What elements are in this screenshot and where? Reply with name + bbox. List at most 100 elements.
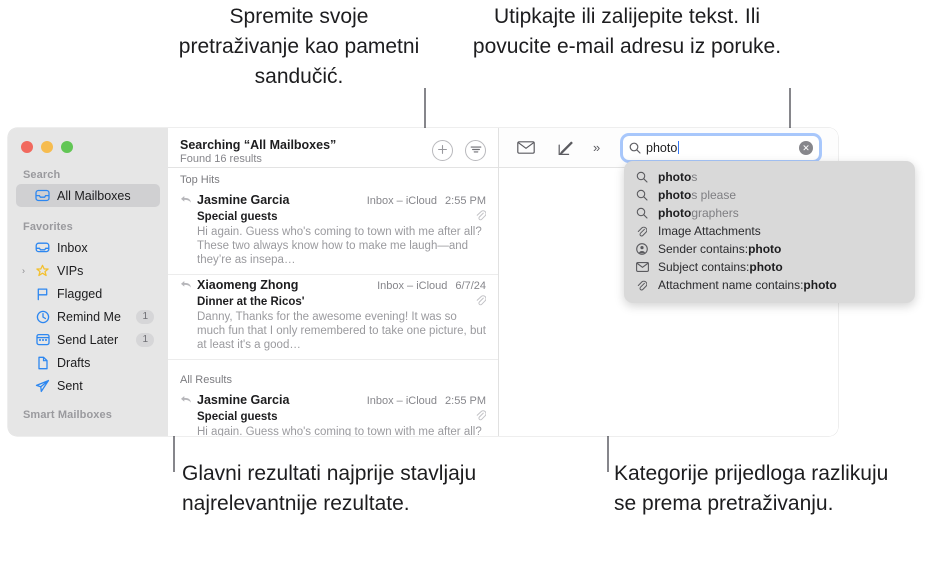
sidebar-item-label: Inbox bbox=[57, 240, 88, 255]
suggestion-item-image-attachments[interactable]: Image Attachments bbox=[624, 222, 915, 240]
sidebar-item-drafts[interactable]: Drafts bbox=[16, 351, 160, 374]
suggestion-rest: s please bbox=[691, 188, 737, 202]
chevron-right-icon[interactable]: › bbox=[22, 266, 25, 275]
suggestion-match: photo bbox=[658, 188, 692, 202]
group-label-top-hits: Top Hits bbox=[180, 174, 220, 186]
message-subject-line: Special guests bbox=[180, 409, 487, 424]
callout-bottom-right: Kategorije prijedloga razlikuju se prema… bbox=[614, 462, 889, 515]
suggestion-match: photo bbox=[658, 170, 692, 184]
sidebar-item-label: VIPs bbox=[57, 263, 84, 278]
all-mailboxes-icon bbox=[34, 188, 51, 204]
sidebar-item-label: Flagged bbox=[57, 286, 103, 301]
close-button[interactable] bbox=[21, 141, 33, 153]
search-icon bbox=[629, 142, 641, 154]
search-icon bbox=[636, 189, 652, 201]
suggestion-item-subject-contains[interactable]: Subject contains: photo bbox=[624, 258, 915, 276]
document-icon bbox=[34, 355, 51, 371]
message-mailbox: Inbox – iCloud bbox=[366, 395, 438, 407]
sidebar-item-label: Remind Me bbox=[57, 309, 121, 324]
suggestion-match: photo bbox=[748, 242, 782, 256]
group-label-all-results: All Results bbox=[180, 374, 232, 386]
filter-button[interactable] bbox=[465, 140, 486, 161]
message-date: 2:55 PM bbox=[445, 195, 486, 207]
sidebar-section-smart-mailboxes: Smart Mailboxes bbox=[23, 409, 112, 421]
sidebar-section-favorites: Favorites bbox=[23, 221, 73, 233]
search-scope-title: Searching “All Mailboxes” bbox=[180, 138, 337, 152]
message-subject: Special guests bbox=[197, 210, 278, 223]
sidebar-item-label: Sent bbox=[57, 378, 83, 393]
paperclip-icon bbox=[475, 294, 487, 309]
sidebar-item-send-later[interactable]: Send Later 1 bbox=[16, 328, 160, 351]
clock-icon bbox=[34, 309, 51, 325]
message-row[interactable]: Xiaomeng Zhong Inbox – iCloud 6/7/24 Din… bbox=[168, 275, 498, 360]
suggestion-item-sender-contains[interactable]: Sender contains: photo bbox=[624, 240, 915, 258]
sidebar-item-vips[interactable]: › VIPs bbox=[16, 259, 160, 282]
search-field[interactable]: photo ✕ bbox=[623, 136, 819, 160]
suggestion-match: photo bbox=[658, 206, 692, 220]
sidebar-item-remind-me[interactable]: Remind Me 1 bbox=[16, 305, 160, 328]
clear-search-button[interactable]: ✕ bbox=[799, 141, 813, 155]
callout-top-right: Utipkajte ili zalijepite tekst. Ili povu… bbox=[472, 5, 782, 58]
sidebar: Search All Mailboxes Favorites Inbox › V… bbox=[8, 128, 168, 436]
sidebar-item-label: Send Later bbox=[57, 332, 119, 347]
message-date: 2:55 PM bbox=[445, 395, 486, 407]
envelope-icon[interactable] bbox=[513, 137, 539, 159]
message-mailbox: Inbox – iCloud bbox=[366, 195, 438, 207]
sidebar-item-sent[interactable]: Sent bbox=[16, 374, 160, 397]
flag-icon bbox=[34, 286, 51, 302]
message-snippet: Hi again. Guess who's coming to town wit… bbox=[197, 426, 482, 436]
message-row[interactable]: Jasmine Garcia Inbox – iCloud 2:55 PM Sp… bbox=[168, 190, 498, 275]
star-icon bbox=[34, 263, 51, 279]
message-date: 6/7/24 bbox=[455, 280, 486, 292]
paperclip-icon bbox=[636, 279, 652, 292]
message-sender: Jasmine Garcia bbox=[197, 393, 290, 407]
message-header-line: Xiaomeng Zhong Inbox – iCloud 6/7/24 bbox=[180, 278, 486, 293]
suggestion-match: photo bbox=[803, 278, 837, 292]
unread-badge: 1 bbox=[136, 309, 154, 324]
replied-icon bbox=[180, 394, 193, 408]
window-controls bbox=[8, 128, 168, 153]
callout-top-left: Spremite svoje pretraživanje kao pametni… bbox=[178, 5, 420, 88]
unread-badge: 1 bbox=[136, 332, 154, 347]
message-header-line: Jasmine Garcia Inbox – iCloud 2:55 PM bbox=[180, 393, 486, 408]
inbox-icon bbox=[34, 240, 51, 256]
message-snippet: Danny, Thanks for the awesome evening! I… bbox=[197, 311, 486, 351]
suggestion-item-photos-please[interactable]: photo s please bbox=[624, 186, 915, 204]
search-icon bbox=[636, 207, 652, 219]
minimize-button[interactable] bbox=[41, 141, 53, 153]
suggestion-item-attachment-name-contains[interactable]: Attachment name contains: photo bbox=[624, 276, 915, 294]
suggestion-label: Subject contains: bbox=[658, 260, 750, 274]
message-list-header: Searching “All Mailboxes” Found 16 resul… bbox=[168, 128, 498, 168]
message-subject-line: Dinner at the Ricos' bbox=[180, 294, 487, 309]
paperclip-icon bbox=[475, 409, 487, 424]
suggestion-label: Image Attachments bbox=[658, 224, 761, 238]
message-sender: Xiaomeng Zhong bbox=[197, 278, 299, 292]
envelope-icon bbox=[636, 262, 652, 272]
callout-bottom-left: Glavni rezultati najprije stavljaju najr… bbox=[182, 462, 477, 515]
paperclip-icon bbox=[475, 209, 487, 224]
replied-icon bbox=[180, 279, 193, 293]
sidebar-item-all-mailboxes[interactable]: All Mailboxes bbox=[16, 184, 160, 207]
search-input-value: photo bbox=[646, 141, 678, 155]
paperclip-icon bbox=[636, 225, 652, 238]
text-caret bbox=[678, 141, 680, 154]
message-header-line: Jasmine Garcia Inbox – iCloud 2:55 PM bbox=[180, 193, 486, 208]
replied-icon bbox=[180, 194, 193, 208]
suggestion-item-photographers[interactable]: photo graphers bbox=[624, 204, 915, 222]
sidebar-section-search: Search bbox=[23, 169, 61, 181]
zoom-button[interactable] bbox=[61, 141, 73, 153]
message-row[interactable]: Jasmine Garcia Inbox – iCloud 2:55 PM Sp… bbox=[168, 390, 498, 436]
sidebar-item-inbox[interactable]: Inbox bbox=[16, 236, 160, 259]
suggestion-item-photos[interactable]: photo s bbox=[624, 168, 915, 186]
message-mailbox: Inbox – iCloud bbox=[377, 280, 448, 292]
save-search-button[interactable] bbox=[432, 140, 453, 161]
message-subject: Special guests bbox=[197, 410, 278, 423]
message-subject: Dinner at the Ricos' bbox=[197, 295, 305, 308]
toolbar-overflow-button[interactable]: » bbox=[593, 140, 600, 155]
compose-icon[interactable] bbox=[553, 137, 579, 159]
sidebar-item-label: All Mailboxes bbox=[57, 188, 131, 203]
message-list-titles: Searching “All Mailboxes” Found 16 resul… bbox=[180, 138, 420, 165]
search-input[interactable]: photo bbox=[646, 141, 799, 155]
sidebar-item-flagged[interactable]: Flagged bbox=[16, 282, 160, 305]
filter-circle-icon bbox=[470, 142, 482, 160]
